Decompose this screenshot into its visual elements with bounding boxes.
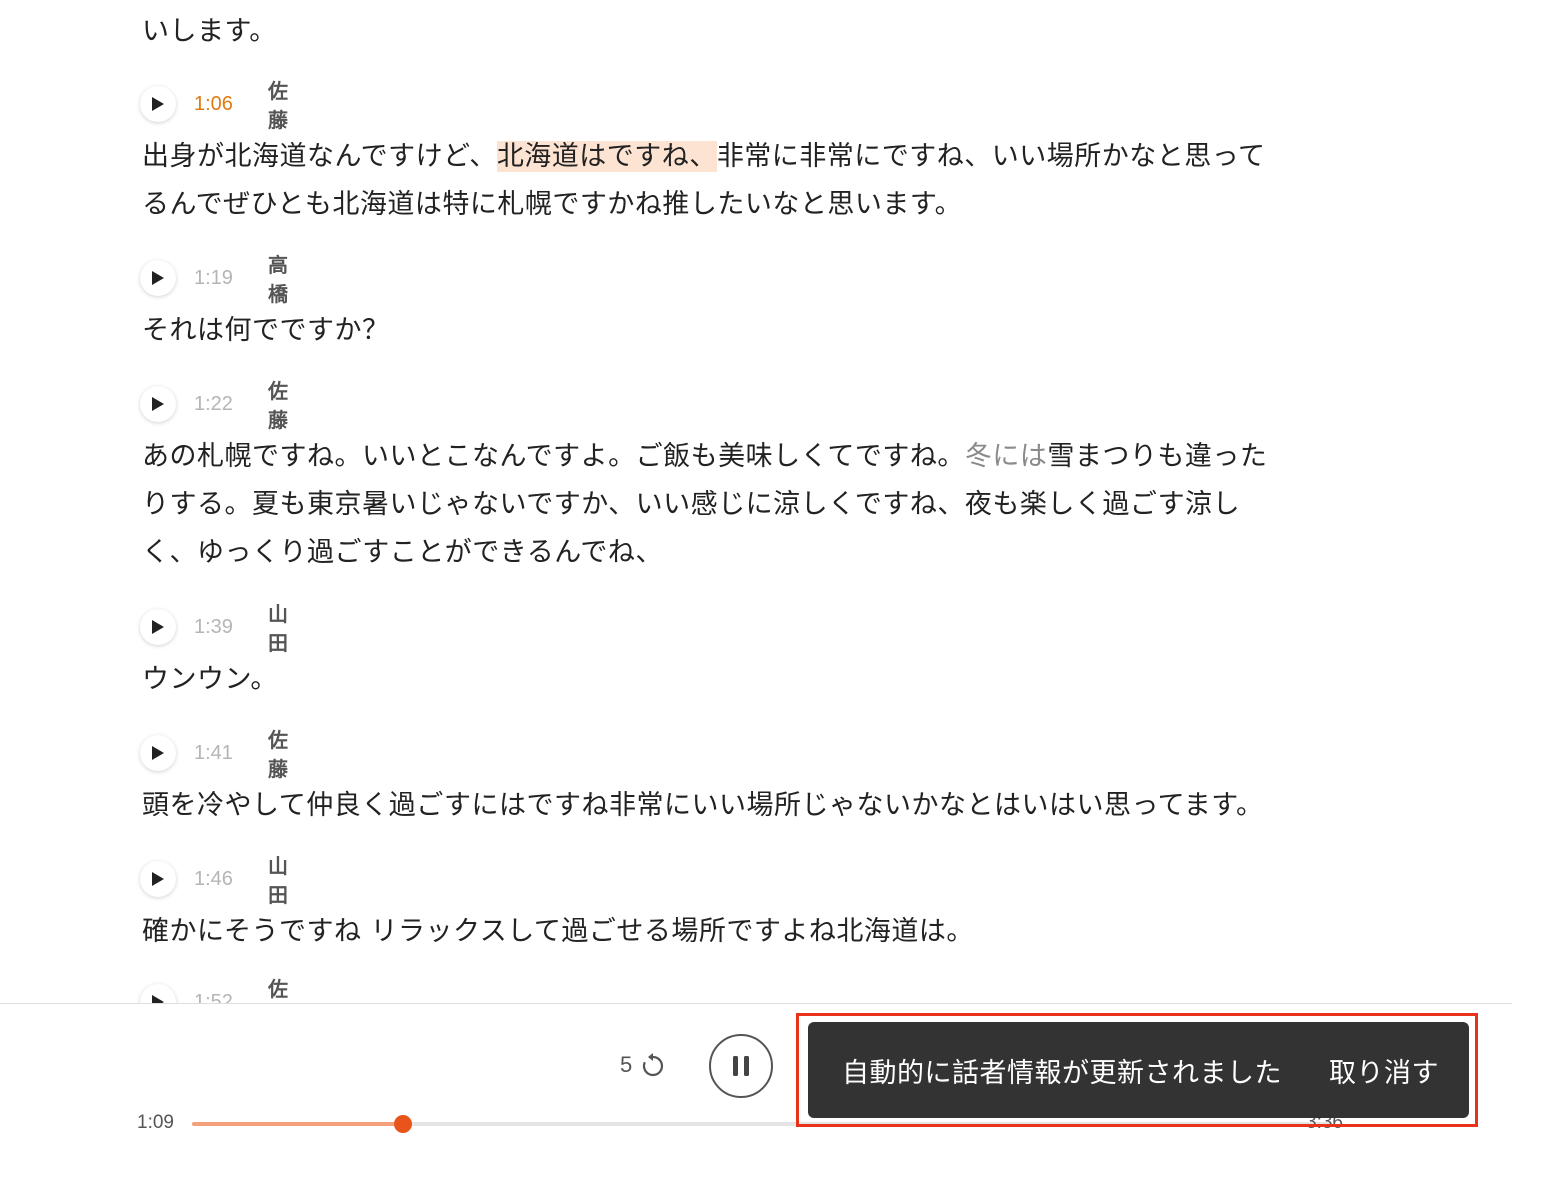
segment-timestamp[interactable]: 1:46 xyxy=(194,868,233,891)
text-run: りする。夏も東京暑いじゃないですか、いい感じに涼しくですね、夜も楽しく過ごす涼し xyxy=(142,489,1241,520)
segment-timestamp[interactable]: 1:22 xyxy=(194,393,233,416)
play-icon xyxy=(152,397,164,411)
transcript-text[interactable]: 確かにそうですね リラックスして過ごせる場所ですよね北海道は。 xyxy=(142,908,1382,956)
play-icon xyxy=(152,97,164,111)
current-time: 1:09 xyxy=(137,1112,174,1133)
speaker-name[interactable]: 佐藤 xyxy=(268,75,288,133)
play-segment-button[interactable] xyxy=(140,260,176,296)
play-icon xyxy=(152,746,164,760)
text-run: 非常に非常にですね、いい場所かなと思って xyxy=(716,141,1266,172)
pause-button[interactable] xyxy=(709,1034,773,1098)
segment-header: 1:52 佐藤 xyxy=(140,977,288,1005)
rewind-icon xyxy=(643,1053,664,1077)
transcript-text[interactable]: 頭を冷やして仲良く過ごすにはですね非常にいい場所じゃないかなとはいはい思ってます… xyxy=(142,782,1382,830)
text-run: 雪まつりも違った xyxy=(1047,441,1268,472)
text-run: 出身が北海道なんですけど、 xyxy=(142,141,497,172)
speaker-name[interactable]: 佐藤 xyxy=(268,973,288,1004)
skip-seconds-label: 5 xyxy=(620,1052,633,1077)
segment-header: 1:46 山田 xyxy=(140,854,288,907)
pause-icon xyxy=(733,1056,749,1076)
play-segment-button[interactable] xyxy=(140,861,176,897)
segment-timestamp[interactable]: 1:52 xyxy=(194,991,233,1005)
segment-header: 1:39 山田 xyxy=(140,602,288,655)
snackbar: 自動的に話者情報が更新されました 取り消す xyxy=(808,1022,1469,1118)
transcript-text: いします。 xyxy=(142,16,277,47)
snackbar-message: 自動的に話者情報が更新されました xyxy=(842,1057,1282,1089)
current-word-highlight: 北海道はですね、 xyxy=(496,141,717,172)
undo-button[interactable]: 取り消す xyxy=(1329,1051,1439,1090)
segment-timestamp[interactable]: 1:41 xyxy=(194,742,233,765)
transcript-panel[interactable]: いします。 1:06 佐藤 出身が北海道なんですけど、北海道はですね、非常に非常… xyxy=(0,0,1548,1004)
play-icon xyxy=(152,620,164,634)
transcript-text[interactable]: 出身が北海道なんですけど、北海道はですね、非常に非常にですね、いい場所かなと思っ… xyxy=(142,133,1382,229)
segment-timestamp[interactable]: 1:06 xyxy=(194,93,233,116)
progress-handle[interactable] xyxy=(393,1115,412,1133)
transcript-text[interactable]: ウンウン。 xyxy=(142,656,1382,704)
play-segment-button[interactable] xyxy=(140,609,176,645)
speaker-name[interactable]: 山田 xyxy=(268,598,288,656)
segment-header: 1:22 佐藤 xyxy=(140,379,288,432)
text-run: あの札幌ですね。いいとこなんですよ。ご飯も美味しくてですね。 xyxy=(142,441,965,472)
play-segment-button[interactable] xyxy=(140,984,176,1004)
segment-header: 1:19 高橋 xyxy=(140,253,288,306)
play-segment-button[interactable] xyxy=(140,386,176,422)
play-icon xyxy=(152,271,164,285)
progress-fill xyxy=(192,1122,403,1126)
play-segment-button[interactable] xyxy=(140,86,176,122)
text-run: るんでぜひとも北海道は特に札幌ですかね推したいなと思います。 xyxy=(142,189,963,220)
speaker-name[interactable]: 山田 xyxy=(268,850,288,908)
segment-header: 1:41 佐藤 xyxy=(140,728,288,781)
toast-highlight-frame: 自動的に話者情報が更新されました 取り消す xyxy=(796,1013,1478,1127)
segment-timestamp[interactable]: 1:19 xyxy=(194,267,233,290)
text-run: く、ゆっくり過ごすことができるんでね、 xyxy=(142,537,663,568)
segment-header: 1:06 佐藤 xyxy=(140,79,288,132)
low-confidence-text: 冬には xyxy=(964,441,1048,472)
play-segment-button[interactable] xyxy=(140,735,176,771)
rewind-button[interactable]: 5 xyxy=(620,1052,666,1078)
speaker-name[interactable]: 佐藤 xyxy=(268,375,288,433)
segment-timestamp[interactable]: 1:39 xyxy=(194,616,233,639)
play-icon xyxy=(152,872,164,886)
transcript-text[interactable]: それは何でですか？ xyxy=(142,307,1382,355)
speaker-name[interactable]: 高橋 xyxy=(268,249,288,307)
transcript-text[interactable]: あの札幌ですね。いいとこなんですよ。ご飯も美味しくてですね。冬には雪まつりも違っ… xyxy=(142,433,1382,577)
speaker-name[interactable]: 佐藤 xyxy=(268,724,288,782)
